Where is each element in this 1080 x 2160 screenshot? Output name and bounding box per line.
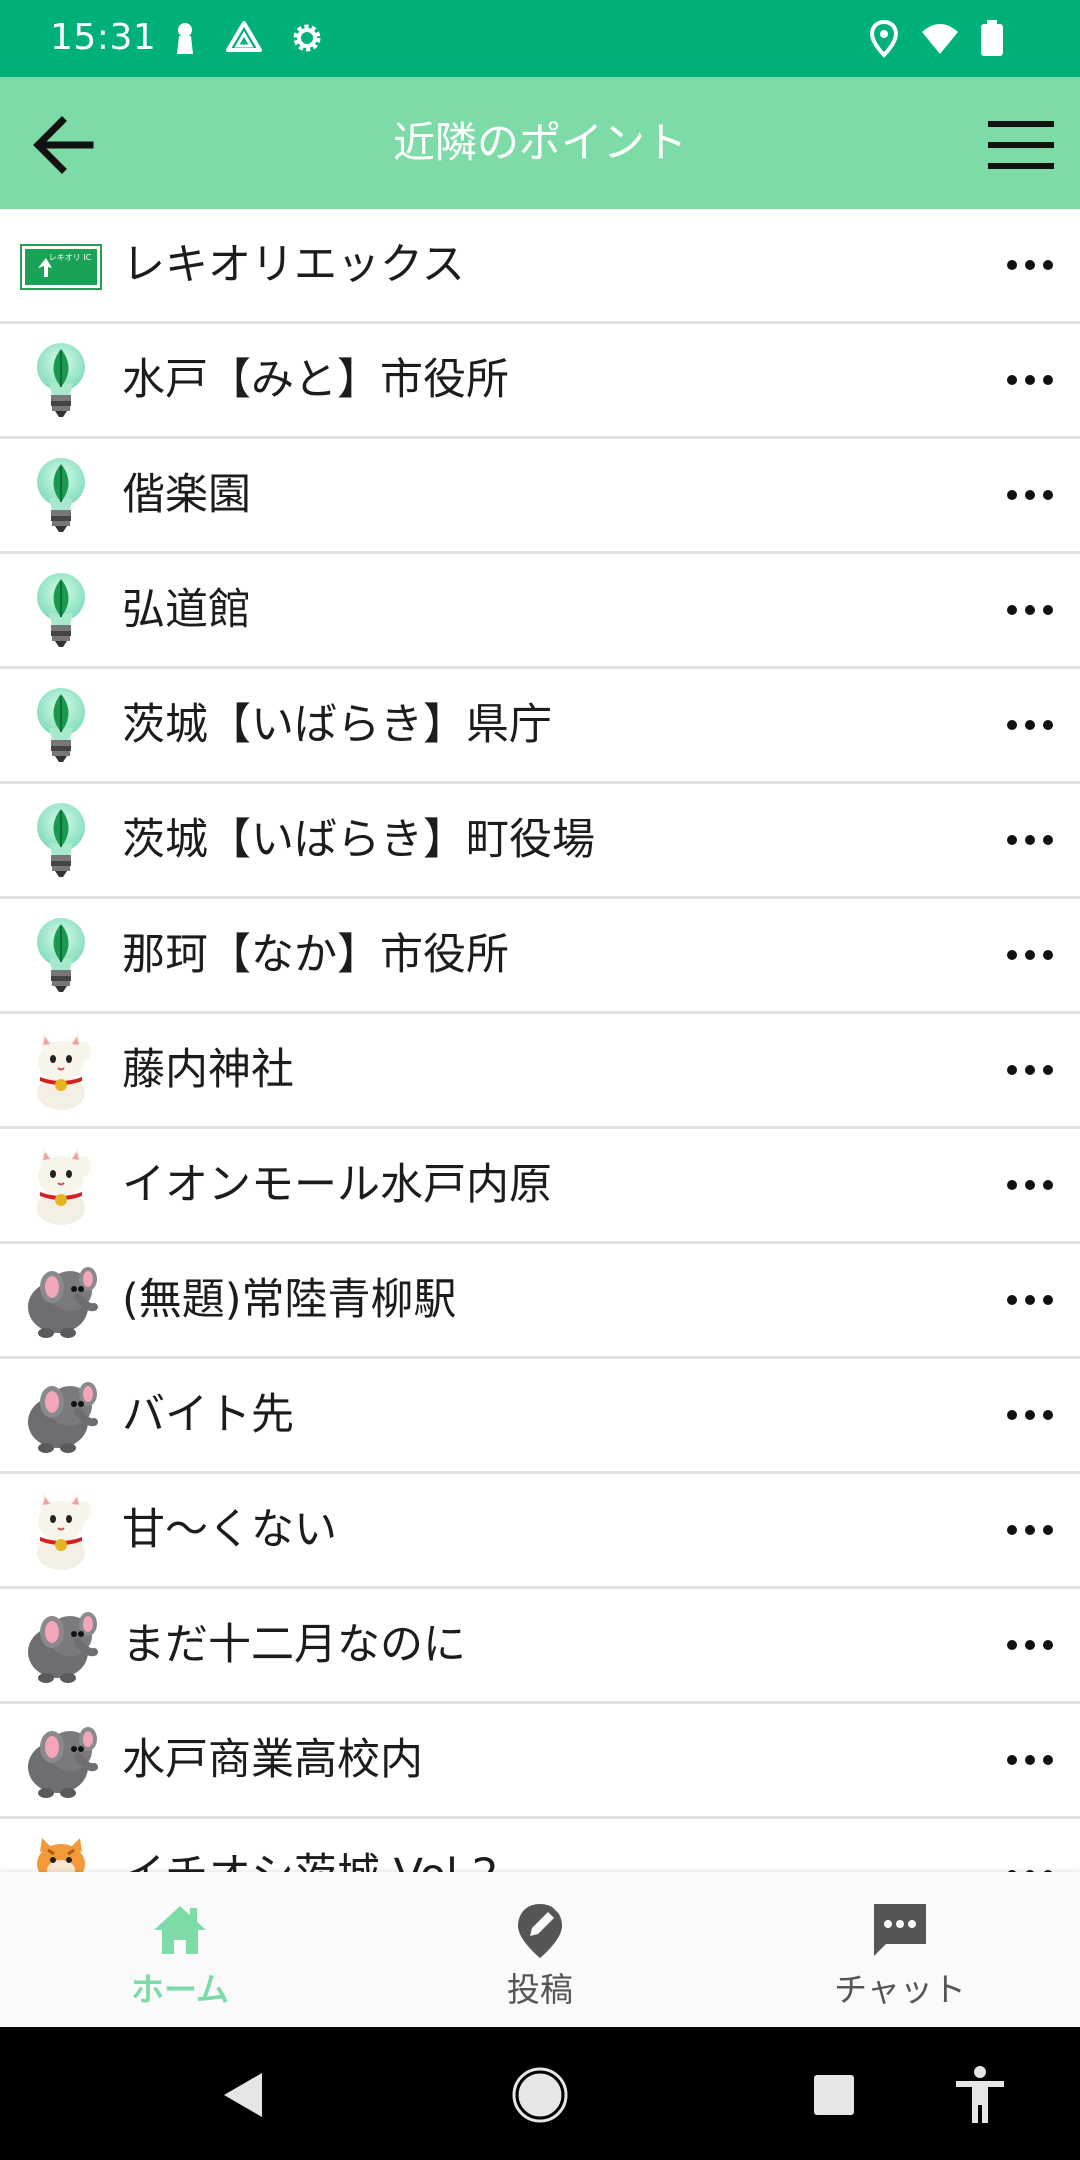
point-name: 茨城【いばらき】町役場 xyxy=(122,815,595,865)
list-item[interactable]: 弘道館 xyxy=(0,554,1080,669)
more-options-icon[interactable] xyxy=(1000,582,1060,638)
more-options-icon[interactable] xyxy=(1000,1272,1060,1328)
home-circle-icon[interactable] xyxy=(508,2063,572,2127)
list-item[interactable]: バイト先 xyxy=(0,1359,1080,1474)
point-name: (無題)常陸青柳駅 xyxy=(122,1275,457,1325)
point-name: 弘道館 xyxy=(122,585,251,635)
bulb-icon xyxy=(18,567,104,653)
sign-text: レキオリ IC xyxy=(49,253,92,262)
more-options-icon[interactable] xyxy=(1000,1387,1060,1443)
point-name: 那珂【なか】市役所 xyxy=(122,930,509,980)
nav-home-label: ホーム xyxy=(130,1970,229,2009)
page-title: 近隣のポイント xyxy=(392,118,687,167)
list-item[interactable]: イチオシ茨城 Vol.2 xyxy=(0,1819,1080,1872)
point-name: 偕楽園 xyxy=(122,470,251,520)
list-item[interactable]: イオンモール水戸内原 xyxy=(0,1129,1080,1244)
more-options-icon[interactable] xyxy=(1000,1617,1060,1673)
keyhole-icon xyxy=(177,23,193,54)
list-item[interactable]: 水戸商業高校内 xyxy=(0,1704,1080,1819)
more-options-icon[interactable] xyxy=(1000,812,1060,868)
list-item[interactable]: 茨城【いばらき】町役場 xyxy=(0,784,1080,899)
list-item[interactable]: 那珂【なか】市役所 xyxy=(0,899,1080,1014)
bulb-icon xyxy=(18,912,104,998)
list-item[interactable]: レキオリ IC レキオリエックス xyxy=(0,209,1080,324)
lucky-cat-icon xyxy=(18,1027,104,1113)
back-triangle-icon[interactable] xyxy=(212,2063,276,2127)
nav-post[interactable]: 投稿 xyxy=(360,1872,720,2027)
list-item[interactable]: まだ十二月なのに xyxy=(0,1589,1080,1704)
list-item[interactable]: 甘〜くない xyxy=(0,1474,1080,1589)
more-options-icon[interactable] xyxy=(1000,1847,1060,1872)
list-item[interactable]: 茨城【いばらき】県庁 xyxy=(0,669,1080,784)
drive-icon xyxy=(226,21,262,52)
more-options-icon[interactable] xyxy=(1000,1502,1060,1558)
back-arrow-icon[interactable] xyxy=(28,107,104,183)
elephant-icon xyxy=(18,1257,104,1343)
bulb-icon xyxy=(18,682,104,768)
battery-icon xyxy=(981,20,1003,56)
point-name: イチオシ茨城 Vol.2 xyxy=(122,1819,499,1872)
more-options-icon[interactable] xyxy=(1000,697,1060,753)
bulb-icon xyxy=(18,452,104,538)
settings-icon xyxy=(293,24,321,52)
elephant-icon xyxy=(18,1602,104,1688)
app-bar: 近隣のポイント xyxy=(0,77,1080,209)
elephant-icon xyxy=(18,1717,104,1803)
accessibility-icon[interactable] xyxy=(948,2063,1012,2127)
nav-chat[interactable]: チャット xyxy=(720,1872,1080,2027)
recents-square-icon[interactable] xyxy=(802,2063,866,2127)
lucky-cat-icon xyxy=(18,1142,104,1228)
list-item[interactable]: 水戸【みと】市役所 xyxy=(0,324,1080,439)
more-options-icon[interactable] xyxy=(1000,467,1060,523)
bottom-navigation: ホーム 投稿 チャット xyxy=(0,1872,1080,2027)
more-options-icon[interactable] xyxy=(1000,1042,1060,1098)
list-item[interactable]: (無題)常陸青柳駅 xyxy=(0,1244,1080,1359)
nav-chat-label: チャット xyxy=(834,1970,966,2009)
wifi-icon xyxy=(922,24,958,54)
bulb-icon xyxy=(18,337,104,423)
status-time: 15:31 xyxy=(50,17,157,58)
bulb-icon xyxy=(18,797,104,883)
nav-post-label: 投稿 xyxy=(507,1970,573,2009)
more-options-icon[interactable] xyxy=(1000,1157,1060,1213)
more-options-icon[interactable] xyxy=(1000,237,1060,293)
list-item[interactable]: 藤内神社 xyxy=(0,1014,1080,1129)
tiger-cat-icon xyxy=(18,1832,104,1872)
point-name: まだ十二月なのに xyxy=(122,1620,466,1670)
location-icon xyxy=(869,19,899,58)
chat-icon xyxy=(874,1904,926,1956)
list-item[interactable]: 偕楽園 xyxy=(0,439,1080,554)
point-name: イオンモール水戸内原 xyxy=(122,1160,552,1210)
hamburger-menu-icon[interactable] xyxy=(982,107,1058,183)
more-options-icon[interactable] xyxy=(1000,1732,1060,1788)
point-name: 甘〜くない xyxy=(122,1505,337,1555)
nav-home[interactable]: ホーム xyxy=(0,1872,360,2027)
point-name: 茨城【いばらき】県庁 xyxy=(122,700,552,750)
status-bar: 15:31 xyxy=(0,0,1080,77)
home-icon xyxy=(154,1906,206,1954)
sign-icon: レキオリ IC xyxy=(18,222,104,308)
elephant-icon xyxy=(18,1372,104,1458)
point-name: 水戸商業高校内 xyxy=(122,1735,423,1785)
more-options-icon[interactable] xyxy=(1000,927,1060,983)
point-name: 藤内神社 xyxy=(122,1045,294,1095)
post-pen-icon xyxy=(518,1904,562,1958)
point-name: レキオリエックス xyxy=(122,240,465,290)
more-options-icon[interactable] xyxy=(1000,352,1060,408)
point-name: 水戸【みと】市役所 xyxy=(122,355,509,405)
points-list: レキオリ IC レキオリエックス 水戸【みと】市役所 偕楽園弘道館茨城【いばらき】県庁… xyxy=(0,209,1080,1872)
system-navigation-bar xyxy=(0,2027,1080,2160)
point-name: バイト先 xyxy=(122,1390,294,1440)
lucky-cat-icon xyxy=(18,1487,104,1573)
